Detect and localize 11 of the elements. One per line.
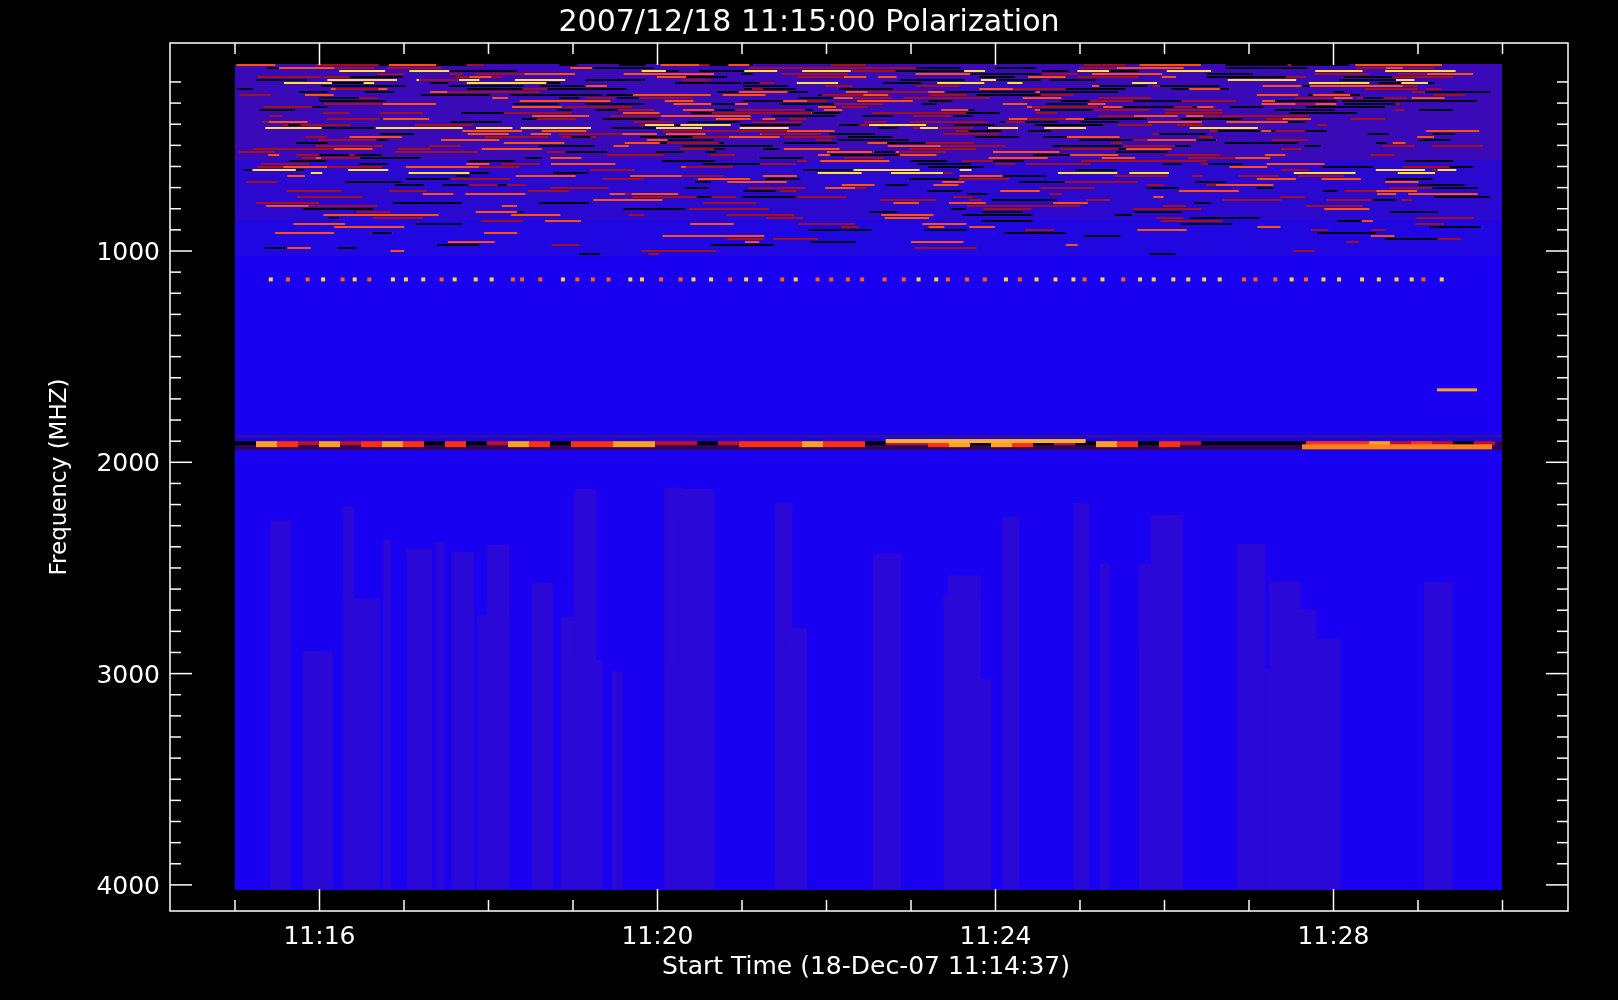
y-axis-title: Frequency (MHZ) bbox=[45, 378, 71, 576]
x-tick-label: 11:16 bbox=[283, 921, 356, 950]
y-tick-label: 2000 bbox=[96, 448, 160, 478]
plot-title: 2007/12/18 11:15:00 Polarization bbox=[558, 3, 1060, 38]
x-axis-title: Start Time (18-Dec-07 11:14:37) bbox=[662, 951, 1070, 980]
y-tick-label: 1000 bbox=[96, 237, 160, 266]
y-tick-label: 3000 bbox=[96, 659, 160, 689]
x-tick-label: 11:28 bbox=[1297, 921, 1370, 950]
y-tick-label: 4000 bbox=[96, 870, 160, 900]
x-tick-label: 11:24 bbox=[959, 921, 1032, 950]
x-tick-label: 11:20 bbox=[621, 921, 694, 950]
